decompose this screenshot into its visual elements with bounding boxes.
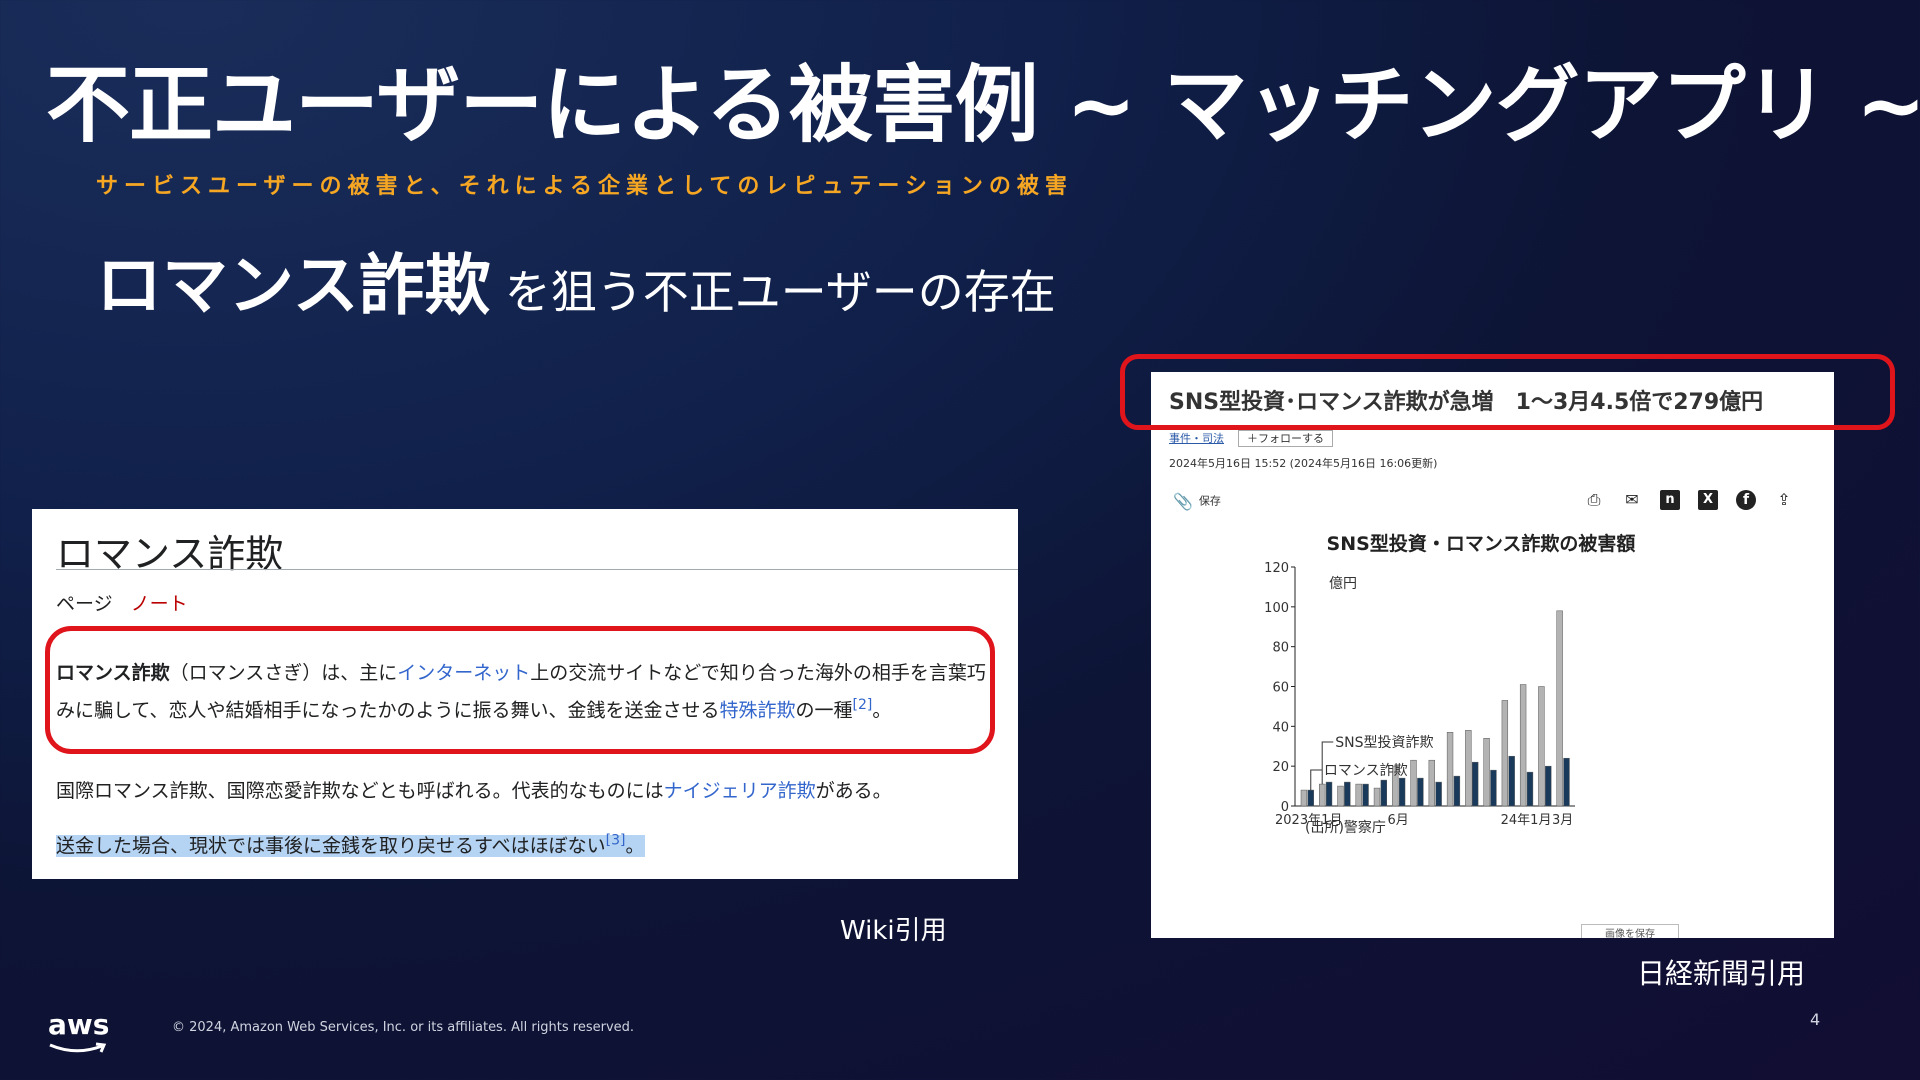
print-icon[interactable]: ⎙ (1584, 490, 1604, 510)
chart-bar-investment (1300, 789, 1308, 807)
nikkei-save-button[interactable]: 📎 保存 (1173, 492, 1221, 511)
note-icon[interactable]: n (1660, 490, 1680, 510)
x-icon[interactable]: X (1698, 490, 1718, 510)
slide-title: 不正ユーザーによる被害例 ~ マッチングアプリ ~ (46, 56, 1920, 154)
chart-bar-investment (1337, 785, 1344, 807)
wiki-caption: Wiki引用 (840, 916, 947, 946)
damage-bar-chart: SNS型投資・ロマンス詐欺の被害額 億円 0204060801001202023… (1264, 532, 1636, 836)
chart-x-tick-label: 24年1月 (1501, 813, 1552, 828)
chart-bar-romance (1380, 779, 1388, 807)
nikkei-category-link[interactable]: 事件・司法 (1169, 432, 1224, 445)
wiki-ref-3[interactable]: [3] (606, 833, 626, 849)
chart-bar-romance (1563, 757, 1570, 807)
chart-bar-romance (1526, 771, 1534, 807)
copyright-text: © 2024, Amazon Web Services, Inc. or its… (172, 1020, 635, 1035)
slide-headline: ロマンス詐欺 を狙う不正ユーザーの存在 (96, 232, 1056, 328)
nikkei-date: 2024年5月16日 15:52 (2024年5月16日 16:06更新) (1169, 457, 1438, 470)
wiki-text: 送金した場合、現状では事後に金銭を取り戻せるすべはほぼない (56, 835, 606, 858)
chart-bar-romance (1471, 761, 1479, 807)
headline-strong: ロマンス詐欺 (96, 247, 491, 324)
chart-bar-romance (1417, 777, 1424, 807)
nikkei-follow-button[interactable]: ＋フォローする (1238, 430, 1333, 447)
chart-bar-romance (1508, 755, 1515, 807)
chart-y-tick-label: 100 (1264, 601, 1289, 616)
chart-bar-romance (1362, 783, 1369, 807)
headline-rest: を狙う不正ユーザーの存在 (504, 265, 1056, 319)
wiki-title-divider (56, 569, 1018, 570)
facebook-icon[interactable]: f (1736, 490, 1756, 510)
chart-bar-investment (1428, 759, 1435, 807)
aws-logo-text: aws (48, 1008, 110, 1041)
wiki-tab-page[interactable]: ページ (56, 593, 113, 615)
slide-subtitle: サービスユーザーの被害と、それによる企業としてのレピュテーションの被害 (96, 174, 1073, 199)
nikkei-headline-frame (1120, 354, 1895, 430)
wiki-paragraph-2: 国際ロマンス詐欺、国際恋愛詐欺などとも呼ばれる。代表的なものにはナイジェリア詐欺… (56, 775, 988, 807)
wiki-text: 国際ロマンス詐欺、国際恋愛詐欺などとも呼ばれる。代表的なものには (56, 780, 664, 802)
chart-y-unit: 億円 (1329, 576, 1357, 592)
chart-legend-label: SNS型投資詐欺 (1335, 735, 1433, 751)
chart-bar-romance (1325, 781, 1333, 807)
wiki-link-nigeria-fraud[interactable]: ナイジェリア詐欺 (664, 780, 816, 802)
chart-y-tick-label: 120 (1264, 561, 1289, 576)
chart-bar-investment (1319, 783, 1326, 807)
chart-y-tick-label: 40 (1272, 720, 1289, 735)
chart-bar-investment (1501, 700, 1509, 807)
paperclip-icon: 📎 (1173, 492, 1193, 511)
nikkei-save-label: 保存 (1198, 494, 1221, 508)
chart-bar-investment (1465, 730, 1472, 807)
chart-legend-label: ロマンス詐欺 (1324, 763, 1408, 779)
page-number: 4 (1810, 1010, 1821, 1029)
nikkei-caption: 日経新聞引用 (1637, 957, 1806, 990)
chart-bar-romance (1307, 789, 1314, 807)
chart-title: SNS型投資・ロマンス詐欺の被害額 (1327, 532, 1636, 555)
nikkei-meta: 事件・司法 ＋フォローする (1169, 430, 1333, 447)
chart-x-tick-label: 3月 (1552, 813, 1573, 828)
chart-y-tick-label: 80 (1272, 641, 1289, 656)
chart-y-tick-label: 60 (1272, 681, 1289, 696)
chart-bar-investment (1373, 787, 1381, 807)
share-icon[interactable]: ⇪ (1774, 490, 1794, 510)
chart-bar-romance (1435, 781, 1442, 807)
mail-icon[interactable]: ✉ (1622, 490, 1642, 510)
chart-bar-investment (1556, 610, 1563, 807)
chart-source: (出所)警察庁 (1305, 819, 1386, 836)
chart-bar-romance (1545, 765, 1552, 807)
aws-smile-icon (49, 1042, 107, 1053)
chart-bar-investment (1355, 783, 1362, 807)
wiki-highlight-frame (45, 626, 995, 754)
aws-logo: aws (48, 1008, 109, 1060)
wiki-text: がある。 (815, 780, 892, 802)
wiki-paragraph-3: 送金した場合、現状では事後に金銭を取り戻せるすべはほぼない[3]。 (56, 825, 988, 862)
chart-bar-romance (1398, 777, 1406, 807)
nikkei-share-toolbar: ⎙ ✉ n X f ⇪ (1584, 490, 1794, 510)
chart-bar-investment (1519, 684, 1527, 807)
nikkei-download-button[interactable]: 画像を保存 (1581, 924, 1679, 938)
chart-bar-romance (1490, 769, 1497, 807)
chart-bar-romance (1344, 781, 1351, 807)
chart-bar-investment (1483, 738, 1490, 807)
wiki-text: 。 (625, 835, 645, 858)
chart-y-tick-label: 20 (1272, 760, 1289, 775)
chart-bar-romance (1453, 775, 1461, 807)
chart-bar-investment (1446, 732, 1454, 807)
chart-bar-investment (1410, 759, 1417, 807)
wiki-tabs: ページ ノート (56, 589, 188, 616)
chart-x-tick-label: 6月 (1388, 813, 1409, 828)
nikkei-screenshot: SNS型投資･ロマンス詐欺が急増 1〜3月4.5倍で279億円 事件・司法 ＋フォ… (1151, 372, 1834, 938)
wiki-highlighted-text: 送金した場合、現状では事後に金銭を取り戻せるすべはほぼない[3]。 (56, 833, 645, 858)
chart-bar-investment (1538, 686, 1545, 807)
wiki-tab-note[interactable]: ノート (131, 593, 188, 615)
